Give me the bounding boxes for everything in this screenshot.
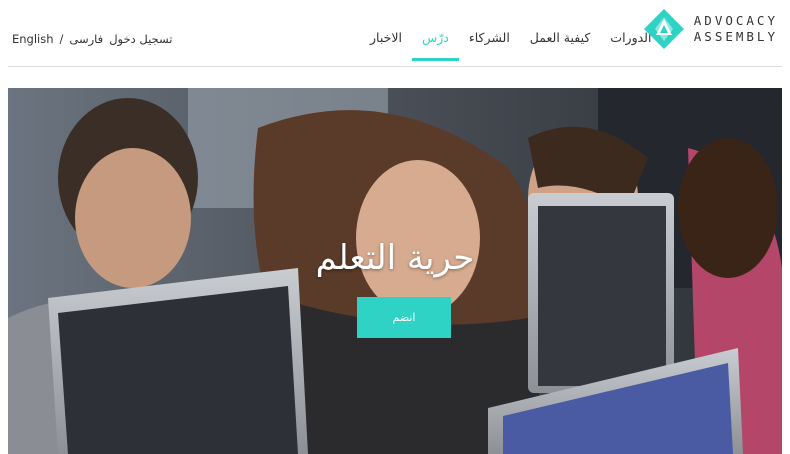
- hero-title: حرية التعلم: [315, 238, 475, 278]
- language-english-link[interactable]: English: [12, 32, 54, 46]
- nav-news[interactable]: الاخبار: [370, 30, 402, 55]
- main-nav: الاخبار درّس الشركاء كيفية العمل الدورات: [370, 30, 651, 61]
- nav-how-it-works[interactable]: كيفية العمل: [530, 30, 591, 55]
- advocacy-assembly-logo-icon: [643, 9, 684, 49]
- brand-line-1: ADVOCACY: [693, 13, 778, 28]
- login-link[interactable]: تسجيل دخول: [109, 32, 172, 46]
- nav-partners[interactable]: الشركاء: [469, 30, 510, 55]
- site-header: English / فارسی تسجيل دخول الاخبار درّس …: [0, 0, 790, 66]
- brand-line-2: ASSEMBLY: [693, 29, 778, 44]
- language-login-bar: English / فارسی تسجيل دخول: [12, 32, 172, 46]
- header-divider: [8, 66, 782, 67]
- brand-logo-link[interactable]: ADVOCACY ASSEMBLY: [642, 4, 778, 54]
- language-separator: /: [59, 32, 64, 46]
- language-farsi-link[interactable]: فارسی: [69, 32, 103, 46]
- hero-banner: حرية التعلم انضم: [8, 88, 782, 454]
- brand-name: ADVOCACY ASSEMBLY: [694, 13, 778, 45]
- join-button[interactable]: انضم: [357, 297, 451, 338]
- nav-teach[interactable]: درّس: [411, 30, 459, 61]
